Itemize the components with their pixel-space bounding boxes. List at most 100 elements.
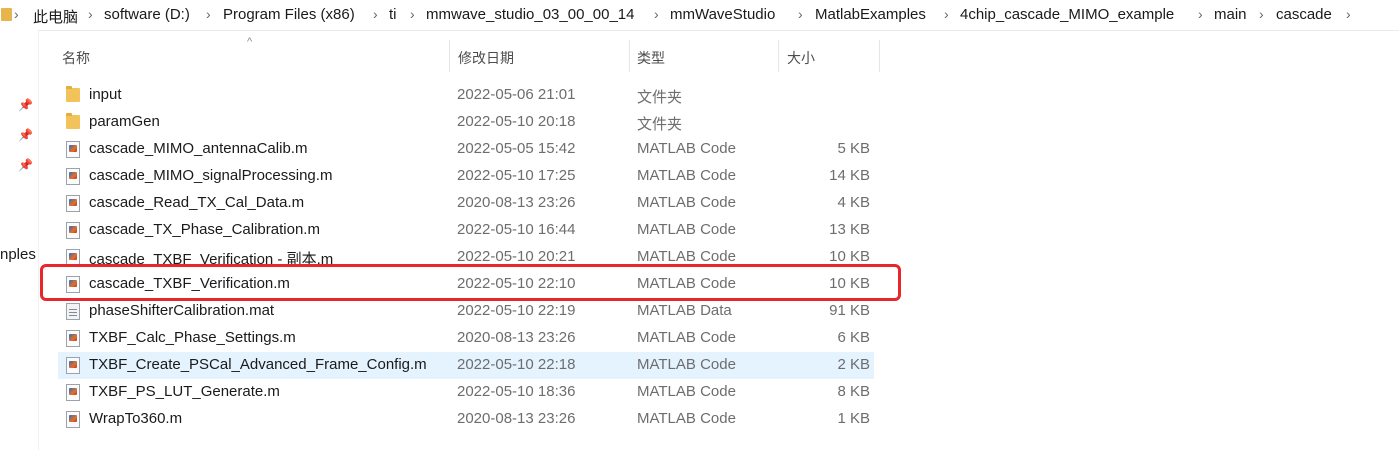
chevron-right-icon: › — [1198, 6, 1203, 22]
breadcrumb-item[interactable]: ti — [389, 6, 397, 23]
file-name: phaseShifterCalibration.mat — [89, 302, 275, 319]
column-header-size[interactable]: 大小 — [787, 48, 815, 68]
file-row[interactable]: cascade_MIMO_signalProcessing.m 2022-05-… — [58, 163, 874, 190]
file-type: MATLAB Code — [637, 410, 736, 427]
file-row[interactable]: WrapTo360.m 2020-08-13 23:26 MATLAB Code… — [58, 406, 874, 433]
chevron-right-icon: › — [410, 6, 415, 22]
file-size: 5 KB — [837, 140, 870, 157]
breadcrumb-item[interactable]: 4chip_cascade_MIMO_example — [960, 6, 1174, 23]
file-size: 8 KB — [837, 383, 870, 400]
file-type: MATLAB Code — [637, 140, 736, 157]
file-row-hovered[interactable]: TXBF_Create_PSCal_Advanced_Frame_Config.… — [58, 352, 874, 379]
file-name: TXBF_PS_LUT_Generate.m — [89, 383, 280, 400]
file-date: 2022-05-10 20:18 — [457, 113, 576, 130]
chevron-right-icon[interactable]: › — [1346, 6, 1351, 22]
breadcrumb-item[interactable]: 此电脑 — [33, 6, 78, 27]
breadcrumb-item[interactable]: mmwave_studio_03_00_00_14 — [426, 6, 634, 23]
chevron-right-icon: › — [798, 6, 803, 22]
folder-icon — [66, 86, 80, 102]
matlab-code-icon — [66, 141, 80, 158]
file-name: cascade_TX_Phase_Calibration.m — [89, 221, 320, 238]
file-size: 13 KB — [829, 221, 870, 238]
file-name: TXBF_Create_PSCal_Advanced_Frame_Config.… — [89, 356, 427, 373]
pin-icon[interactable]: 📌 — [18, 128, 33, 142]
column-header-date[interactable]: 修改日期 — [458, 48, 514, 68]
pane-divider — [38, 30, 39, 450]
matlab-code-icon — [66, 411, 80, 428]
file-row[interactable]: TXBF_Calc_Phase_Settings.m 2020-08-13 23… — [58, 325, 874, 352]
file-date: 2022-05-05 15:42 — [457, 140, 576, 157]
file-date: 2022-05-06 21:01 — [457, 86, 576, 103]
chevron-right-icon: › — [373, 6, 378, 22]
file-date: 2022-05-10 17:25 — [457, 167, 576, 184]
nav-item-label[interactable]: nples — [0, 246, 36, 263]
file-type: 文件夹 — [637, 116, 683, 133]
matlab-code-icon — [66, 168, 80, 185]
file-type: MATLAB Code — [637, 167, 736, 184]
breadcrumb-item[interactable]: Program Files (x86) — [223, 6, 355, 23]
folder-icon — [1, 8, 12, 21]
annotation-highlight-box — [40, 264, 901, 301]
file-type: MATLAB Code — [637, 383, 736, 400]
file-row[interactable]: cascade_Read_TX_Cal_Data.m 2020-08-13 23… — [58, 190, 874, 217]
file-date: 2022-05-10 16:44 — [457, 221, 576, 238]
file-type: MATLAB Code — [637, 329, 736, 346]
file-row[interactable]: paramGen 2022-05-10 20:18 文件夹 — [58, 109, 874, 136]
file-name: input — [89, 86, 122, 103]
breadcrumb-item[interactable]: mmWaveStudio — [670, 6, 775, 23]
chevron-right-icon: › — [88, 6, 93, 22]
file-type: MATLAB Data — [637, 302, 732, 319]
pin-icon[interactable]: 📌 — [18, 98, 33, 112]
file-size: 6 KB — [837, 329, 870, 346]
file-type: MATLAB Code — [637, 356, 736, 373]
chevron-right-icon: › — [14, 6, 19, 22]
file-size: 1 KB — [837, 410, 870, 427]
file-type: MATLAB Code — [637, 248, 736, 265]
file-row[interactable]: TXBF_PS_LUT_Generate.m 2022-05-10 18:36 … — [58, 379, 874, 406]
file-type: MATLAB Code — [637, 194, 736, 211]
column-divider[interactable] — [449, 40, 450, 72]
matlab-code-icon — [66, 384, 80, 401]
column-header-type[interactable]: 类型 — [637, 48, 665, 68]
file-name: TXBF_Calc_Phase_Settings.m — [89, 329, 296, 346]
file-type: MATLAB Code — [637, 221, 736, 238]
column-divider[interactable] — [778, 40, 779, 72]
file-date: 2022-05-10 22:19 — [457, 302, 576, 319]
breadcrumb-item[interactable]: MatlabExamples — [815, 6, 926, 23]
breadcrumb-item[interactable]: main — [1214, 6, 1247, 23]
file-row[interactable]: input 2022-05-06 21:01 文件夹 — [58, 82, 874, 109]
chevron-right-icon: › — [654, 6, 659, 22]
sort-ascending-icon: ^ — [247, 36, 253, 48]
file-date: 2020-08-13 23:26 — [457, 329, 576, 346]
file-size: 4 KB — [837, 194, 870, 211]
chevron-right-icon: › — [1259, 6, 1264, 22]
column-divider[interactable] — [879, 40, 880, 72]
file-row[interactable]: phaseShifterCalibration.mat 2022-05-10 2… — [58, 298, 874, 325]
file-row[interactable]: cascade_TX_Phase_Calibration.m 2022-05-1… — [58, 217, 874, 244]
breadcrumb-item[interactable]: software (D:) — [104, 6, 190, 23]
file-date: 2022-05-10 20:21 — [457, 248, 576, 265]
column-divider[interactable] — [629, 40, 630, 72]
file-type: 文件夹 — [637, 89, 683, 106]
file-row[interactable]: cascade_MIMO_antennaCalib.m 2022-05-05 1… — [58, 136, 874, 163]
file-name: WrapTo360.m — [89, 410, 183, 427]
chevron-right-icon: › — [206, 6, 211, 22]
pin-icon[interactable]: 📌 — [18, 158, 33, 172]
file-date: 2022-05-10 22:18 — [457, 356, 576, 373]
file-date: 2020-08-13 23:26 — [457, 194, 576, 211]
matlab-code-icon — [66, 195, 80, 212]
chevron-right-icon: › — [944, 6, 949, 22]
file-name: cascade_Read_TX_Cal_Data.m — [89, 194, 305, 211]
file-date: 2020-08-13 23:26 — [457, 410, 576, 427]
navigation-pane: 📌 📌 📌 nples — [0, 30, 39, 450]
file-name: cascade_MIMO_antennaCalib.m — [89, 140, 308, 157]
matlab-code-icon — [66, 357, 80, 374]
address-bar[interactable]: › 此电脑 › software (D:) › Program Files (x… — [0, 0, 1399, 31]
column-header-name[interactable]: 名称 — [62, 48, 90, 68]
breadcrumb-item[interactable]: cascade — [1276, 6, 1332, 23]
file-size: 2 KB — [837, 356, 870, 373]
matlab-data-icon — [66, 303, 80, 320]
matlab-code-icon — [66, 222, 80, 239]
file-name: cascade_MIMO_signalProcessing.m — [89, 167, 333, 184]
file-name: paramGen — [89, 113, 160, 130]
